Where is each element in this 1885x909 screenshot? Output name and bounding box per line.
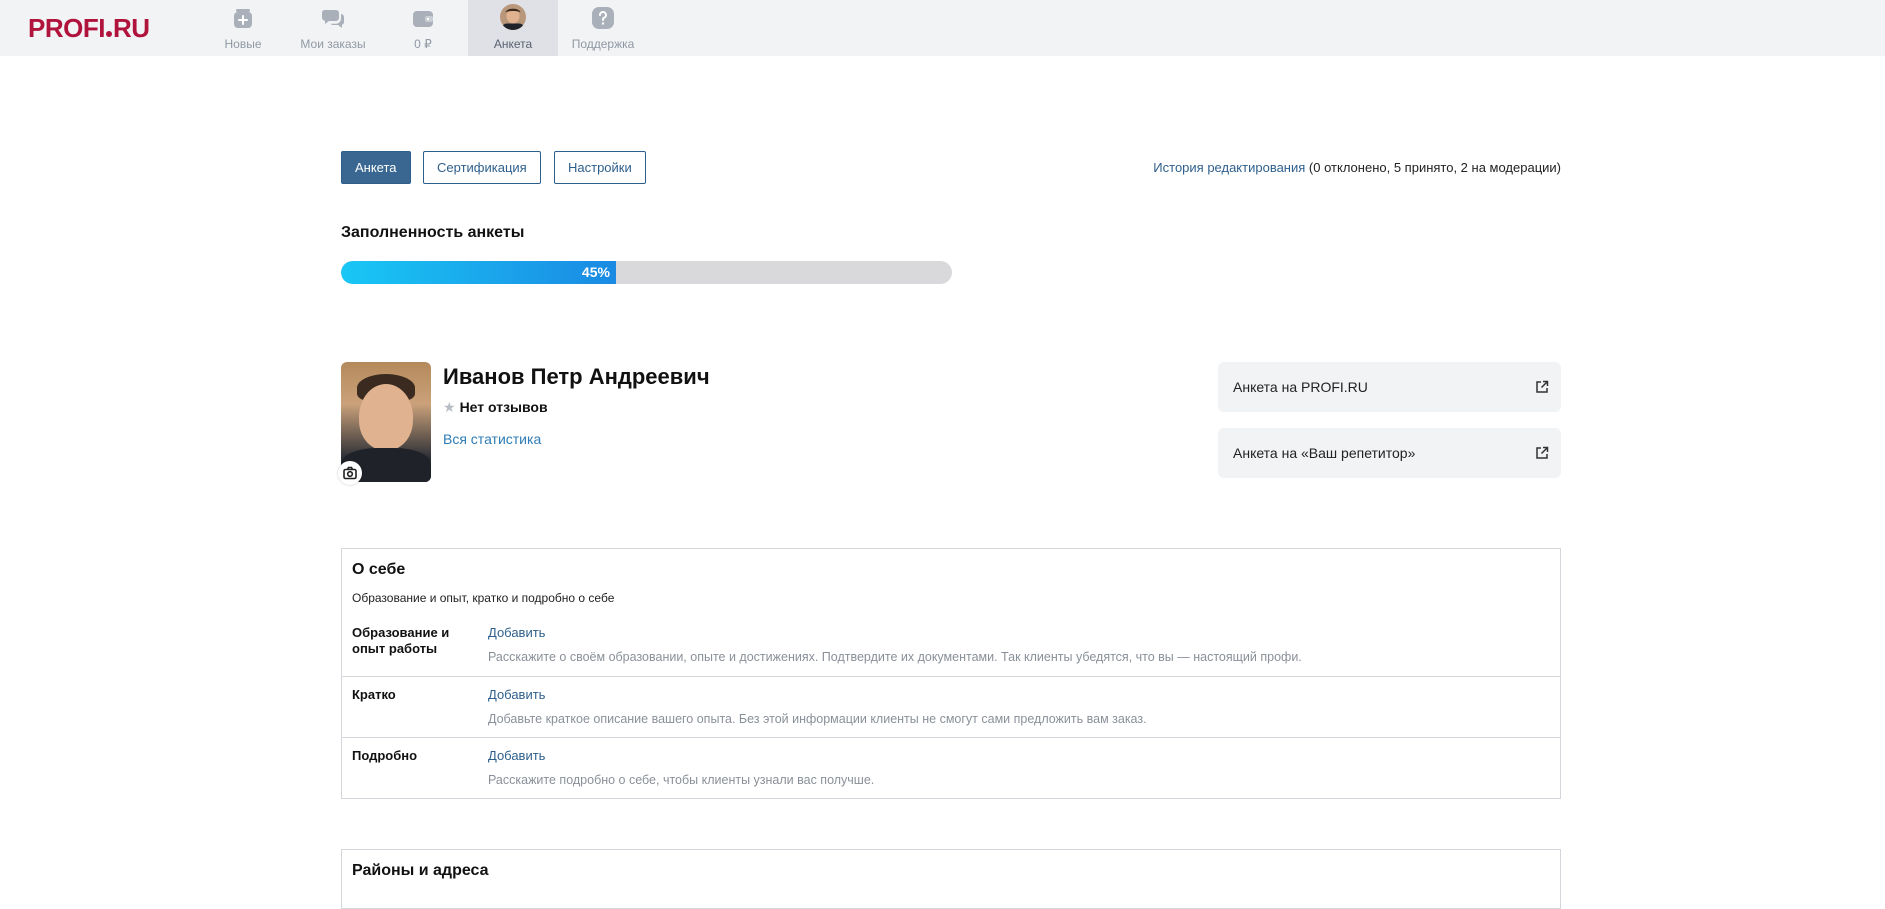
ext-link-label: Анкета на «Ваш репетитор»	[1233, 445, 1416, 461]
row-hint: Расскажите о своём образовании, опыте и …	[488, 650, 1302, 664]
photo-face	[359, 384, 413, 450]
edit-history-link[interactable]: История редактирования	[1153, 160, 1305, 175]
ext-link-label: Анкета на PROFI.RU	[1233, 379, 1368, 395]
nav-item-balance[interactable]: 0 ₽	[378, 0, 468, 56]
reviews-text: Нет отзывов	[459, 399, 548, 415]
about-row-short: Кратко Добавить Добавьте краткое описани…	[342, 676, 1560, 737]
about-subtitle: Образование и опыт, кратко и подробно о …	[352, 591, 615, 605]
about-row-education: Образование и опыт работы Добавить Расск…	[342, 619, 1560, 681]
nav-label: Новые	[224, 37, 262, 51]
row-label: Кратко	[352, 687, 396, 702]
row-label: Подробно	[352, 748, 418, 763]
profi-logo[interactable]: PROFI RU	[28, 13, 150, 44]
all-statistics-link[interactable]: Вся статистика	[443, 431, 541, 447]
nav-item-my-orders[interactable]: Мои заказы	[288, 0, 378, 56]
nav-item-new[interactable]: Новые	[198, 0, 288, 56]
reviews-status: ★ Нет отзывов	[443, 399, 548, 416]
row-hint: Расскажите подробно о себе, чтобы клиент…	[488, 773, 875, 787]
chat-bubbles-icon	[321, 10, 344, 28]
profile-completeness-bar: 45%	[341, 261, 952, 284]
change-photo-button[interactable]	[338, 461, 362, 485]
tab-settings[interactable]: Настройки	[554, 151, 646, 184]
plus-stack-icon	[234, 9, 252, 28]
nav-label: Анкета	[493, 37, 533, 51]
wallet-icon	[413, 11, 433, 27]
add-education-button[interactable]: Добавить	[488, 625, 545, 640]
profile-name: Иванов Петр Андреевич	[443, 364, 710, 389]
about-section: О себе Образование и опыт, кратко и подр…	[341, 548, 1561, 799]
logo-text-right: RU	[112, 13, 150, 43]
profile-on-profi-link[interactable]: Анкета на PROFI.RU	[1218, 362, 1561, 412]
top-navigation: PROFI RU Новые Мои заказы 0 ₽ Анкета Под…	[0, 0, 1885, 56]
avatar-icon	[500, 4, 526, 30]
nav-item-support[interactable]: Поддержка	[558, 0, 648, 56]
add-short-button[interactable]: Добавить	[488, 687, 545, 702]
star-icon: ★	[443, 399, 456, 415]
nav-label: Поддержка	[571, 37, 635, 51]
nav-item-profile[interactable]: Анкета	[468, 0, 558, 56]
districts-section: Районы и адреса	[341, 849, 1561, 909]
external-link-icon	[1536, 380, 1549, 393]
external-link-icon	[1536, 446, 1549, 459]
profile-completeness-title: Заполненность анкеты	[341, 224, 525, 241]
tab-certification[interactable]: Сертификация	[423, 151, 541, 184]
question-icon	[592, 7, 614, 29]
row-label: Образование и опыт работы	[352, 625, 450, 656]
add-detailed-button[interactable]: Добавить	[488, 748, 545, 763]
about-title: О себе	[352, 561, 406, 578]
profile-on-tutor-link[interactable]: Анкета на «Ваш репетитор»	[1218, 428, 1561, 478]
nav-label: 0 ₽	[414, 37, 432, 51]
tab-profile[interactable]: Анкета	[341, 151, 411, 184]
logo-text-left: PROFI	[28, 13, 105, 43]
districts-title: Районы и адреса	[352, 862, 489, 879]
logo-dot	[105, 31, 112, 37]
progress-fill: 45%	[341, 261, 616, 284]
row-hint: Добавьте краткое описание вашего опыта. …	[488, 712, 1147, 726]
about-row-detailed: Подробно Добавить Расскажите подробно о …	[342, 737, 1560, 798]
camera-icon	[343, 466, 357, 480]
edit-history-summary: (0 отклонено, 5 принято, 2 на модерации)	[1308, 160, 1561, 175]
progress-percent: 45%	[581, 264, 610, 280]
nav-label: Мои заказы	[300, 37, 366, 51]
edit-history: История редактирования (0 отклонено, 5 п…	[1153, 160, 1561, 175]
